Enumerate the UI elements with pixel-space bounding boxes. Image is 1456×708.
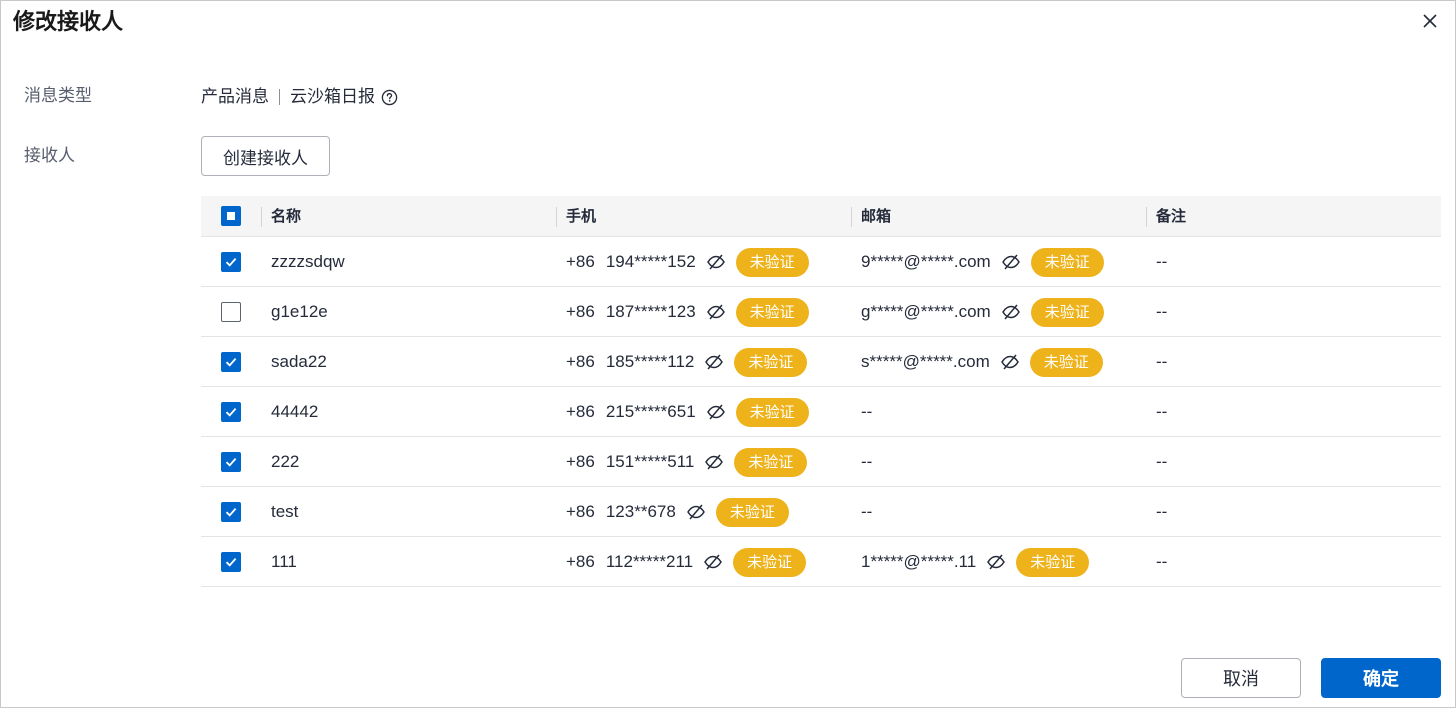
phone-value: 112*****211	[605, 552, 694, 571]
eye-hidden-icon[interactable]	[986, 552, 1006, 572]
eye-hidden-icon[interactable]	[1000, 352, 1020, 372]
recipient-name: g1e12e	[271, 302, 328, 321]
select-all-cell	[221, 206, 241, 226]
phone-country-code: +86	[566, 552, 595, 571]
phone-country-code: +86	[566, 352, 595, 371]
phone-value: 187*****123	[605, 302, 696, 321]
row-checkbox[interactable]	[221, 352, 241, 372]
eye-hidden-icon[interactable]	[686, 502, 706, 522]
table-row: test +86 123**678 未验证 -- --	[201, 487, 1441, 537]
phone-unverified-badge: 未验证	[735, 297, 809, 327]
phone-unverified-badge: 未验证	[735, 247, 809, 277]
phone-unverified-badge: 未验证	[733, 547, 807, 577]
eye-hidden-icon[interactable]	[706, 302, 726, 322]
select-all-checkbox[interactable]	[221, 206, 241, 226]
recipient-name: 222	[271, 452, 300, 471]
remark-value: --	[1156, 302, 1168, 321]
eye-hidden-icon[interactable]	[706, 252, 726, 272]
header-name: 名称	[271, 208, 302, 225]
table-row: 111 +86 112*****211 未验证 1*****@*****.11 未验证 --	[201, 537, 1441, 587]
header-remark: 备注	[1156, 208, 1187, 225]
remark-value: --	[1156, 402, 1168, 421]
table-row: zzzzsdqw +86 194*****152 未验证 9*****@*****.co…	[201, 237, 1441, 287]
dialog-title: 修改接收人	[13, 9, 124, 34]
eye-hidden-icon[interactable]	[703, 552, 723, 572]
msg-type-value: 产品消息 云沙箱日报	[201, 85, 398, 109]
eye-hidden-icon[interactable]	[706, 402, 726, 422]
email-unverified-badge: 未验证	[1029, 347, 1103, 377]
email-value: --	[861, 402, 873, 421]
row-checkbox[interactable]	[221, 502, 241, 522]
recipient-label: 接收人	[24, 146, 75, 165]
table-row: sada22 +86 185*****112 未验证 s*****@*****.com 未…	[201, 337, 1441, 387]
row-checkbox[interactable]	[221, 302, 241, 322]
phone-value: 194*****152	[605, 252, 696, 271]
recipients-table: 名称 手机 邮箱 备注 zzzzsdqw +86 194*****152 未验证 9**…	[201, 196, 1441, 587]
phone-unverified-badge: 未验证	[734, 447, 808, 477]
table-body: zzzzsdqw +86 194*****152 未验证 9*****@*****.co…	[201, 237, 1441, 587]
msg-type-part1: 产品消息	[201, 87, 269, 106]
phone-value: 123**678	[605, 502, 676, 521]
row-checkbox[interactable]	[221, 552, 241, 572]
header-divider	[1146, 207, 1147, 227]
email-value: --	[861, 502, 873, 521]
table-row: 44442 +86 215*****651 未验证 -- --	[201, 387, 1441, 437]
email-value: g*****@*****.com	[861, 302, 991, 321]
header-phone: 手机	[566, 208, 597, 225]
create-recipient-button[interactable]: 创建接收人	[201, 136, 330, 176]
phone-unverified-badge: 未验证	[734, 347, 808, 377]
remark-value: --	[1156, 452, 1168, 471]
phone-country-code: +86	[566, 502, 595, 521]
table-header: 名称 手机 邮箱 备注	[201, 196, 1441, 237]
msg-type-part2: 云沙箱日报	[290, 87, 375, 106]
email-value: s*****@*****.com	[861, 352, 990, 371]
remark-value: --	[1156, 252, 1168, 271]
email-unverified-badge: 未验证	[1030, 247, 1104, 277]
msg-type-separator	[279, 89, 280, 105]
header-divider	[261, 207, 262, 227]
email-unverified-badge: 未验证	[1030, 297, 1104, 327]
close-icon[interactable]	[1419, 10, 1441, 32]
msg-type-label: 消息类型	[24, 86, 92, 105]
recipient-name: test	[271, 502, 299, 521]
phone-unverified-badge: 未验证	[715, 497, 789, 527]
recipient-name: 111	[271, 552, 297, 571]
eye-hidden-icon[interactable]	[1001, 302, 1021, 322]
row-checkbox[interactable]	[221, 402, 241, 422]
phone-country-code: +86	[566, 302, 595, 321]
header-email: 邮箱	[861, 208, 892, 225]
header-divider	[851, 207, 852, 227]
remark-value: --	[1156, 502, 1168, 521]
phone-value: 151*****511	[605, 452, 695, 471]
phone-value: 185*****112	[605, 352, 695, 371]
remark-value: --	[1156, 352, 1168, 371]
remark-value: --	[1156, 552, 1168, 571]
confirm-button[interactable]: 确定	[1321, 658, 1441, 698]
eye-hidden-icon[interactable]	[704, 352, 724, 372]
cancel-button[interactable]: 取消	[1181, 658, 1301, 698]
email-value: --	[861, 452, 873, 471]
recipient-name: sada22	[271, 352, 327, 371]
table-row: g1e12e +86 187*****123 未验证 g*****@*****.com 未…	[201, 287, 1441, 337]
recipient-name: zzzzsdqw	[271, 252, 345, 271]
phone-country-code: +86	[566, 452, 595, 471]
row-checkbox[interactable]	[221, 252, 241, 272]
email-unverified-badge: 未验证	[1016, 547, 1090, 577]
eye-hidden-icon[interactable]	[704, 452, 724, 472]
header-divider	[556, 207, 557, 227]
modify-recipients-dialog: 修改接收人 消息类型 产品消息 云沙箱日报 接收人 创建接收人 名称 手机 邮箱…	[0, 0, 1456, 708]
phone-unverified-badge: 未验证	[735, 397, 809, 427]
recipient-name: 44442	[271, 402, 319, 421]
phone-country-code: +86	[566, 402, 595, 421]
help-icon[interactable]	[381, 89, 398, 106]
phone-country-code: +86	[566, 252, 595, 271]
table-row: 222 +86 151*****511 未验证 -- --	[201, 437, 1441, 487]
row-checkbox[interactable]	[221, 452, 241, 472]
email-value: 9*****@*****.com	[861, 252, 991, 271]
phone-value: 215*****651	[605, 402, 696, 421]
email-value: 1*****@*****.11	[861, 552, 977, 571]
eye-hidden-icon[interactable]	[1001, 252, 1021, 272]
